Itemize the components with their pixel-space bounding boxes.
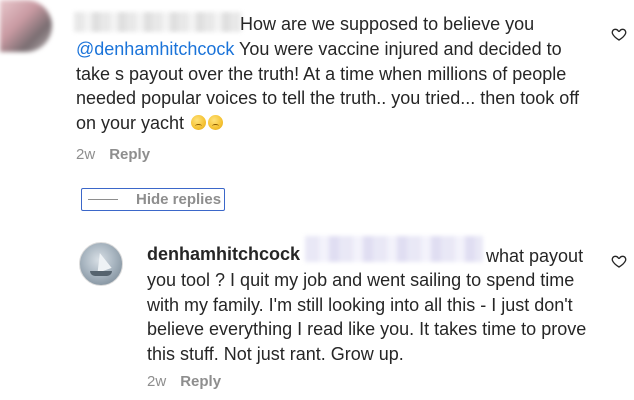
reply-button[interactable]: Reply (109, 146, 150, 163)
mention-link[interactable]: @denhamhitchcock (76, 39, 234, 59)
sail-shape (91, 250, 112, 274)
hide-replies-button[interactable]: Hide replies (81, 188, 225, 211)
reply-timestamp: 2w (147, 373, 167, 390)
hide-replies-label: Hide replies (136, 191, 222, 208)
redacted-username (74, 12, 242, 32)
comment-meta: 2w Reply (76, 146, 150, 163)
reply-button[interactable]: Reply (180, 373, 221, 390)
reply-text-first-line: what payout (486, 246, 584, 266)
comment-text-first-line: How are we supposed to believe you (240, 14, 535, 34)
heart-icon[interactable] (611, 253, 627, 269)
crying-face-emoji-icon (191, 114, 207, 130)
crying-face-emoji-icon (208, 114, 224, 130)
reply-text: you tool ? I quit my job and went sailin… (147, 270, 592, 364)
heart-icon[interactable] (611, 26, 627, 42)
comment-text: @denhamhitchcock You were vaccine injure… (76, 37, 596, 135)
hull-shape (90, 271, 112, 276)
avatar[interactable] (0, 0, 52, 52)
comment-timestamp: 2w (76, 146, 96, 163)
divider-line (88, 199, 118, 200)
reply-username[interactable]: denhamhitchcock (147, 244, 300, 265)
redacted-text (305, 236, 483, 262)
reply-meta: 2w Reply (147, 373, 221, 390)
avatar[interactable] (79, 242, 123, 286)
